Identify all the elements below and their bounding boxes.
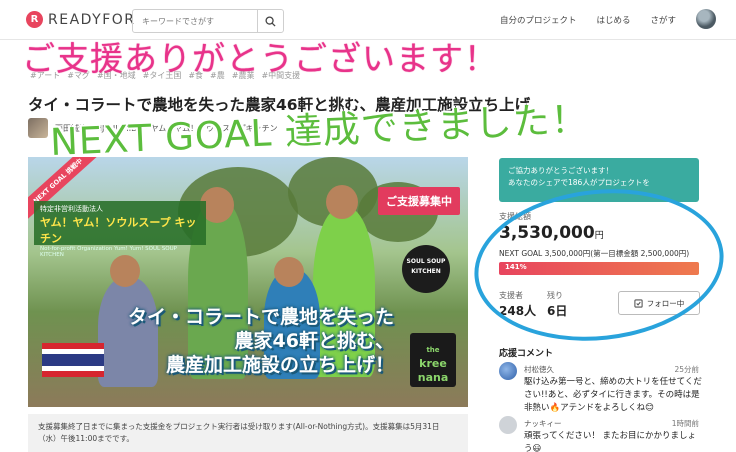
comment-item[interactable]: ナッキィー 1時間前 頑張ってください！ またお目にかかりましょう😃 — [499, 416, 704, 452]
commenter-name[interactable]: 村松徳久 — [524, 364, 554, 375]
comments-title: 応援コメント — [499, 349, 554, 359]
caption-line: 農家46軒と挑む、 — [234, 330, 394, 352]
nav-explore[interactable]: さがす — [650, 14, 676, 26]
search-icon — [265, 15, 276, 27]
person-face — [110, 255, 140, 287]
project-page: R READYFOR 自分のプロジェクト はじめる さがす #アート #マグ #… — [0, 0, 736, 452]
comment-item[interactable]: 村松徳久 25分前 駆け込み第一号と、締めの大トリを任せてください!!あと、必ず… — [499, 362, 704, 413]
comment-time: 1時間前 — [671, 419, 699, 428]
kree-the: the — [426, 346, 440, 354]
comment-text: 頑張ってください！ またお目にかかりましょう😃 — [524, 431, 697, 452]
funding-notice: 支援募集終了日までに集まった支援金をプロジェクト実行者は受け取ります(All-o… — [28, 414, 468, 452]
person-face — [274, 257, 304, 287]
thanks-line: ご協力ありがとうございます！ — [508, 166, 613, 175]
user-avatar[interactable] — [696, 9, 716, 29]
person-face — [326, 185, 358, 219]
kree-word: kree — [419, 357, 447, 370]
commenter-name[interactable]: ナッキィー — [524, 418, 562, 429]
org-name: ヤム！ヤム！ソウルスープ キッチン — [40, 216, 197, 245]
header-nav: 自分のプロジェクト はじめる さがす — [500, 14, 676, 26]
organization-label: 特定非営利活動法人 ヤム！ヤム！ソウルスープ キッチン Not-for-prof… — [34, 201, 206, 258]
comment-text: 駆け込み第一号と、締めの大トリを任せてください!!あと、必ずタイに行きます。その… — [524, 377, 702, 413]
search-box — [132, 9, 284, 33]
readyfor-logo[interactable]: R READYFOR — [26, 11, 136, 28]
kree-nana-logo: the kree nana — [410, 333, 456, 387]
nav-start[interactable]: はじめる — [596, 14, 630, 26]
recruiting-badge: ご支援募集中 — [378, 187, 460, 215]
thanks-line: あなたのシェアで186人がプロジェクトを — [508, 178, 650, 187]
nav-my-projects[interactable]: 自分のプロジェクト — [500, 14, 577, 26]
search-input[interactable] — [133, 10, 257, 32]
highlight-circle — [466, 177, 732, 353]
org-type: 特定非営利活動法人 — [40, 205, 103, 213]
caption-line: タイ・コラートで農地を失った — [127, 306, 394, 328]
commenter-avatar[interactable] — [499, 362, 517, 380]
org-name-en: Not-for-profit Organization Yum! Yum! SO… — [40, 246, 177, 258]
kree-nana: nana — [417, 371, 449, 384]
caption-line: 農産加工施設の立ち上げ！ — [165, 354, 394, 376]
comment-time: 25分前 — [674, 365, 699, 374]
logo-text: READYFOR — [48, 11, 136, 28]
project-main-image[interactable]: NEXT GOAL 挑戦中 特定非営利活動法人 ヤム！ヤム！ソウルスープ キッチ… — [28, 157, 468, 407]
search-button[interactable] — [257, 10, 283, 32]
thanks-overlay-text: ご支援ありがとうございます！ — [22, 39, 498, 78]
commenter-avatar[interactable] — [499, 416, 517, 434]
hero-caption: タイ・コラートで農地を失った 農家46軒と挑む、 農産加工施設の立ち上げ！ — [38, 305, 394, 377]
soul-soup-kitchen-logo: SOUL SOUP KITCHEN — [402, 245, 450, 293]
logo-mark-icon: R — [26, 11, 43, 28]
owner-avatar — [28, 118, 48, 138]
